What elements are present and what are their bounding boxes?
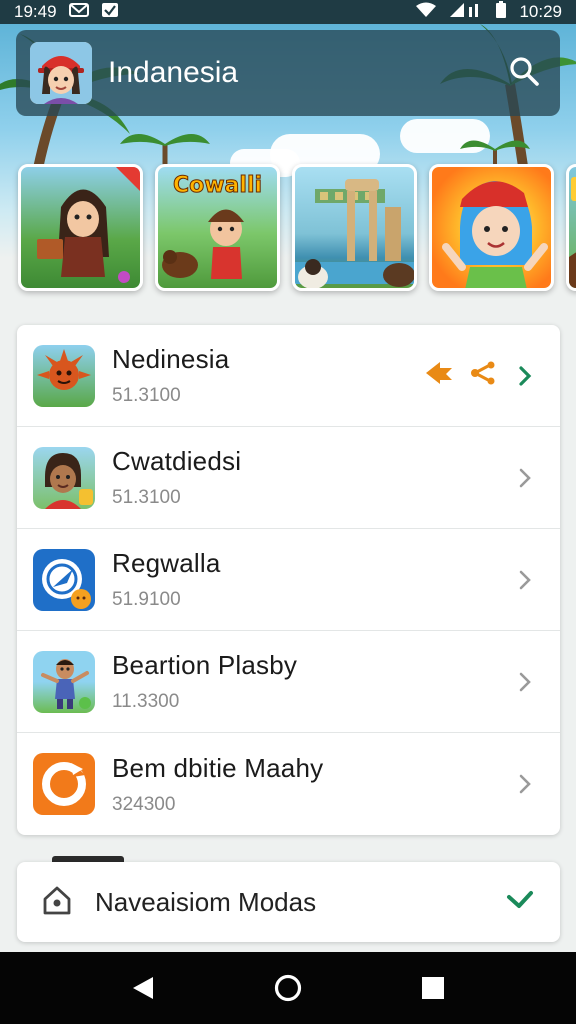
app-thumbnail: [33, 344, 95, 407]
list-item[interactable]: Nedinesia 51.3100: [17, 325, 560, 427]
system-nav-bar: [0, 952, 576, 1024]
recents-icon: [422, 977, 445, 999]
status-time-right: 10:29: [519, 2, 562, 21]
ruins-river-art: [295, 179, 414, 288]
search-button[interactable]: [504, 53, 544, 93]
status-bar: 19:49 10:29: [0, 0, 576, 24]
app-thumbnail: [33, 548, 95, 611]
wifi-icon: [415, 2, 437, 23]
page-title: Indanesia: [108, 56, 239, 89]
recents-button[interactable]: [413, 968, 453, 1008]
carousel-card[interactable]: [566, 164, 576, 291]
back-button[interactable]: [123, 968, 163, 1008]
girl-with-book-art: [37, 167, 140, 283]
list-item[interactable]: Regwalla 51.9100: [17, 529, 560, 631]
header-scene: Indanesia Cowalli: [0, 24, 576, 324]
item-title: Beartion Plasby: [112, 650, 298, 680]
back-icon: [132, 977, 153, 999]
app-thumbnail: [33, 753, 95, 815]
item-title: Bem dbitie Maahy: [112, 752, 324, 783]
card-title: Cowalli: [172, 173, 263, 199]
chevron-right-icon[interactable]: [514, 467, 536, 489]
selector-label: Naveaisiom Modas: [95, 886, 317, 917]
item-title: Regwalla: [112, 548, 221, 578]
carousel-card[interactable]: [429, 164, 554, 291]
app-thumbnail: [33, 650, 95, 713]
check-icon: [101, 2, 119, 23]
status-time-left: 19:49: [14, 2, 57, 21]
avatar[interactable]: [30, 42, 92, 104]
partial-card-art: [569, 177, 576, 288]
app-bar: Indanesia: [16, 30, 560, 116]
item-subtitle: 51.3100: [112, 385, 181, 406]
blue-hair-girl-art: [442, 181, 548, 288]
chevron-right-icon[interactable]: [514, 365, 536, 387]
navigation-mode-selector[interactable]: Naveaisiom Modas: [17, 862, 560, 942]
signal-icon: [449, 2, 483, 23]
battery-icon: [495, 0, 507, 24]
item-subtitle: 51.9100: [112, 589, 181, 610]
chevron-right-icon[interactable]: [514, 671, 536, 693]
item-subtitle: 51.3100: [112, 487, 181, 508]
list-item[interactable]: Bem dbitie Maahy 324300: [17, 733, 560, 835]
item-title: Nedinesia: [112, 344, 230, 374]
carousel-card[interactable]: [292, 164, 417, 291]
item-subtitle: 324300: [112, 793, 176, 815]
item-title: Cwatdiedsi: [112, 446, 242, 476]
check-icon: [506, 889, 534, 916]
carousel-card[interactable]: [18, 164, 143, 291]
home-button[interactable]: [268, 968, 308, 1008]
item-subtitle: 11.3300: [112, 691, 180, 712]
search-icon: [509, 56, 539, 91]
list-item[interactable]: Cwatdiedsi 51.3100: [17, 427, 560, 529]
home-circle-icon: [274, 974, 302, 1002]
mail-icon: [68, 2, 89, 23]
app-list: Nedinesia 51.3100 Cwatdiedsi 51.3100 Reg…: [17, 325, 560, 835]
chevron-right-icon[interactable]: [514, 773, 536, 795]
list-item[interactable]: Beartion Plasby 11.3300: [17, 631, 560, 733]
chevron-right-icon[interactable]: [514, 569, 536, 591]
featured-carousel: Cowalli: [18, 164, 576, 291]
flag-icon[interactable]: [426, 362, 452, 389]
carousel-card[interactable]: Cowalli: [155, 164, 280, 291]
home-icon: [41, 884, 73, 921]
share-icon[interactable]: [470, 361, 496, 390]
app-thumbnail: [33, 446, 95, 509]
